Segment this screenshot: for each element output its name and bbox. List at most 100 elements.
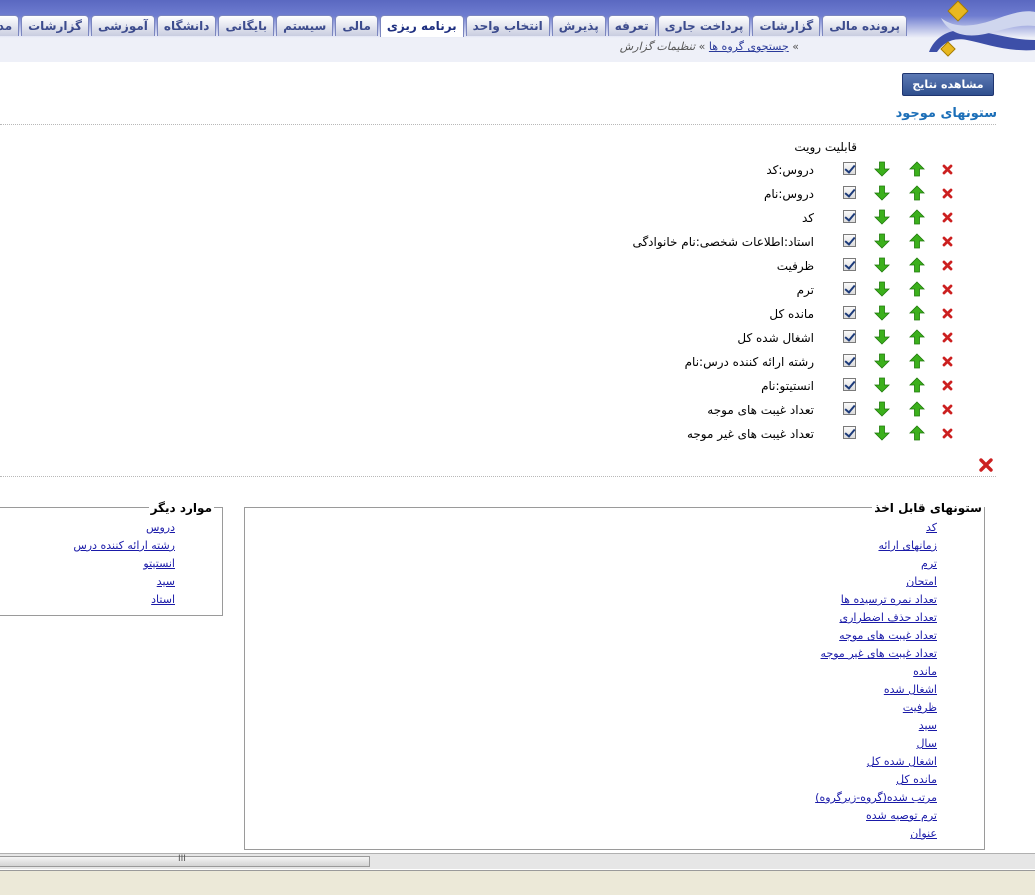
available-column-link[interactable]: اشغال شده کل bbox=[867, 755, 937, 768]
column-label: اشغال شده کل bbox=[737, 331, 814, 345]
tab-1[interactable]: گزارشات bbox=[752, 15, 821, 36]
arrow-up-icon[interactable] bbox=[909, 257, 925, 273]
available-column-link[interactable]: ترم bbox=[921, 557, 937, 570]
tab-9[interactable]: بایگانی bbox=[218, 15, 275, 36]
visibility-checkbox[interactable] bbox=[843, 258, 856, 271]
arrow-down-icon[interactable] bbox=[874, 305, 890, 321]
tab-10[interactable]: دانشگاه bbox=[156, 15, 217, 36]
arrow-down-icon[interactable] bbox=[874, 281, 890, 297]
column-label: تعداد غیبت های موجه bbox=[707, 403, 814, 417]
delete-icon[interactable] bbox=[942, 404, 953, 415]
status-bar bbox=[0, 870, 1035, 895]
column-row: انستیتو:نام bbox=[0, 377, 1035, 397]
arrow-up-icon[interactable] bbox=[909, 401, 925, 417]
breadcrumb-separator: » bbox=[792, 40, 799, 53]
page-root: پرونده مالی گزارشات پرداخت جاری تعرفه پذیرش ا… bbox=[0, 0, 1035, 895]
tab-12[interactable]: گزارشات bbox=[21, 15, 89, 36]
column-label: رشته ارائه کننده درس:نام bbox=[684, 355, 814, 369]
tab-13[interactable]: مدیریت نمرات bbox=[0, 15, 20, 36]
available-column-link[interactable]: سال bbox=[916, 737, 937, 750]
arrow-up-icon[interactable] bbox=[909, 305, 925, 321]
scrollbar-grip: III bbox=[178, 854, 186, 864]
visibility-checkbox[interactable] bbox=[843, 162, 856, 175]
tab-2[interactable]: پرداخت جاری bbox=[657, 15, 751, 36]
delete-icon[interactable] bbox=[942, 356, 953, 367]
arrow-down-icon[interactable] bbox=[874, 233, 890, 249]
visibility-checkbox[interactable] bbox=[843, 210, 856, 223]
column-label: دروس:کد bbox=[766, 163, 814, 177]
other-item-link[interactable]: سید bbox=[157, 575, 175, 588]
arrow-down-icon[interactable] bbox=[874, 209, 890, 225]
delete-icon[interactable] bbox=[942, 212, 953, 223]
available-column-link[interactable]: تعداد غیبت های موجه bbox=[839, 629, 937, 642]
visibility-checkbox[interactable] bbox=[843, 330, 856, 343]
delete-icon[interactable] bbox=[942, 380, 953, 391]
visibility-checkbox[interactable] bbox=[843, 282, 856, 295]
tab-11[interactable]: آموزشی bbox=[90, 15, 155, 36]
delete-all-icon[interactable] bbox=[979, 458, 993, 472]
arrow-down-icon[interactable] bbox=[874, 353, 890, 369]
available-column-link[interactable]: تعداد حذف اضطراری bbox=[839, 611, 937, 624]
arrow-up-icon[interactable] bbox=[909, 233, 925, 249]
breadcrumb-link-group-search[interactable]: جستجوی گروه ها bbox=[709, 40, 789, 53]
available-column-link[interactable]: مانده کل bbox=[896, 773, 937, 786]
delete-icon[interactable] bbox=[942, 188, 953, 199]
arrow-down-icon[interactable] bbox=[874, 185, 890, 201]
arrow-down-icon[interactable] bbox=[874, 257, 890, 273]
available-column-link[interactable]: کد bbox=[926, 521, 937, 534]
delete-icon[interactable] bbox=[942, 260, 953, 271]
tab-4[interactable]: پذیرش bbox=[551, 15, 606, 36]
arrow-down-icon[interactable] bbox=[874, 161, 890, 177]
available-column-link[interactable]: تعداد غیبت های غیر موجه bbox=[821, 647, 937, 660]
available-column-link[interactable]: عنوان bbox=[910, 827, 937, 840]
other-item-link[interactable]: استاد bbox=[151, 593, 175, 606]
tab-3[interactable]: تعرفه bbox=[607, 15, 656, 36]
divider bbox=[0, 124, 996, 125]
delete-icon[interactable] bbox=[942, 428, 953, 439]
column-label: دروس:نام bbox=[763, 187, 814, 201]
other-item-link[interactable]: انستیتو bbox=[143, 557, 175, 570]
arrow-down-icon[interactable] bbox=[874, 401, 890, 417]
delete-icon[interactable] bbox=[942, 236, 953, 247]
view-results-button[interactable]: مشاهده نتایج bbox=[902, 73, 994, 96]
available-column-link[interactable]: مرتب شده(گروه-زیرگروه) bbox=[815, 791, 937, 804]
arrow-up-icon[interactable] bbox=[909, 209, 925, 225]
delete-icon[interactable] bbox=[942, 332, 953, 343]
available-column-link[interactable]: تعداد نمره ترسیده ها bbox=[841, 593, 937, 606]
delete-icon[interactable] bbox=[942, 308, 953, 319]
arrow-up-icon[interactable] bbox=[909, 377, 925, 393]
delete-icon[interactable] bbox=[942, 164, 953, 175]
delete-icon[interactable] bbox=[942, 284, 953, 295]
arrow-up-icon[interactable] bbox=[909, 329, 925, 345]
available-column-link[interactable]: زمانهای ارائه bbox=[878, 539, 937, 552]
tab-5[interactable]: انتخاب واحد bbox=[465, 15, 550, 36]
arrow-up-icon[interactable] bbox=[909, 353, 925, 369]
visibility-checkbox[interactable] bbox=[843, 186, 856, 199]
arrow-up-icon[interactable] bbox=[909, 281, 925, 297]
visibility-checkbox[interactable] bbox=[843, 402, 856, 415]
available-column-link[interactable]: اشغال شده bbox=[884, 683, 937, 696]
arrow-up-icon[interactable] bbox=[909, 161, 925, 177]
available-column-link[interactable]: ترم توصیه شده bbox=[866, 809, 937, 822]
arrow-down-icon[interactable] bbox=[874, 425, 890, 441]
tab-8[interactable]: سیستم bbox=[276, 15, 334, 36]
available-column-link[interactable]: سید bbox=[919, 719, 937, 732]
tab-6[interactable]: برنامه ریزی bbox=[379, 15, 464, 37]
other-item-link[interactable]: دروس bbox=[146, 521, 175, 534]
arrow-down-icon[interactable] bbox=[874, 377, 890, 393]
visibility-checkbox[interactable] bbox=[843, 354, 856, 367]
visibility-column-header: قابلیت رویت bbox=[794, 140, 857, 154]
other-item-link[interactable]: رشته ارائه کننده درس bbox=[73, 539, 175, 552]
arrow-up-icon[interactable] bbox=[909, 185, 925, 201]
tab-0[interactable]: پرونده مالی bbox=[822, 15, 907, 36]
available-column-link[interactable]: ظرفیت bbox=[903, 701, 937, 714]
visibility-checkbox[interactable] bbox=[843, 306, 856, 319]
arrow-up-icon[interactable] bbox=[909, 425, 925, 441]
available-column-link[interactable]: امتحان bbox=[906, 575, 937, 588]
available-column-link[interactable]: مانده bbox=[913, 665, 937, 678]
tab-7[interactable]: مالی bbox=[335, 15, 378, 36]
visibility-checkbox[interactable] bbox=[843, 378, 856, 391]
visibility-checkbox[interactable] bbox=[843, 426, 856, 439]
arrow-down-icon[interactable] bbox=[874, 329, 890, 345]
visibility-checkbox[interactable] bbox=[843, 234, 856, 247]
